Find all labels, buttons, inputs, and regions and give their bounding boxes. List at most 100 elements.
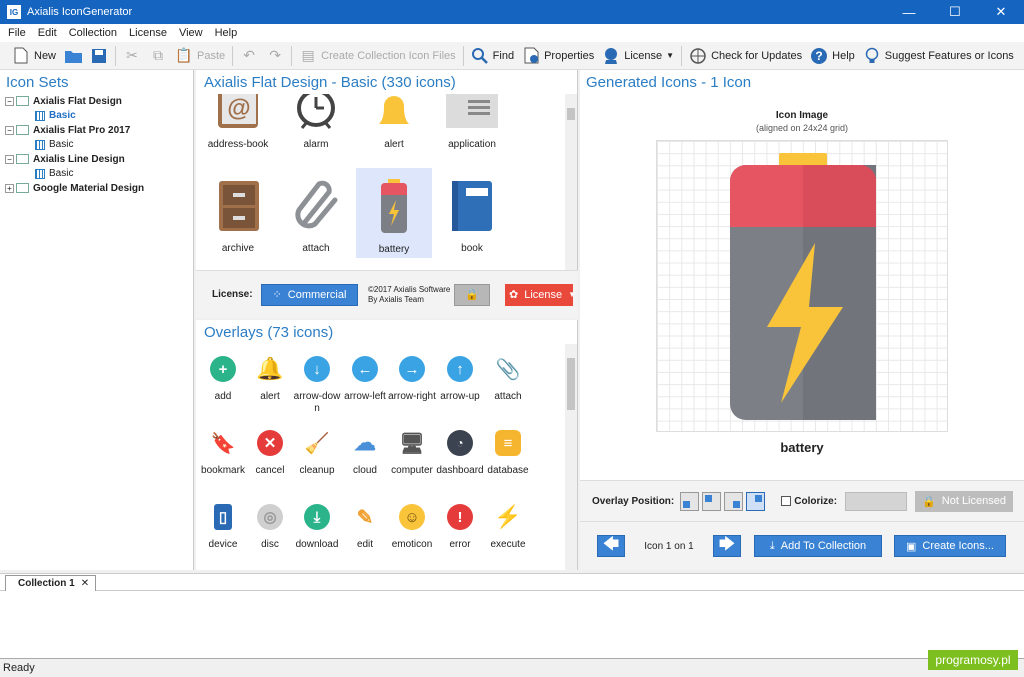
overlay-arrow-down[interactable]: ↓ arrow-down (293, 356, 341, 415)
colorize-label: Colorize: (794, 495, 838, 507)
overlay-database[interactable]: ≡ database (484, 430, 532, 477)
commercial-license-button[interactable]: ⁘ Commercial (261, 283, 358, 306)
tree-item-flat-pro-basic[interactable]: Basic (5, 138, 193, 153)
status-text: Ready (3, 662, 35, 674)
previous-icon-button[interactable]: 🡄 (597, 535, 625, 557)
alarm-clock-icon (297, 94, 335, 129)
menu-file[interactable]: File (2, 27, 32, 39)
suggest-button[interactable]: Suggest Features or Icons (859, 44, 1018, 68)
chevron-down-icon[interactable]: ▼ (666, 51, 674, 60)
collapse-icon[interactable]: − (5, 154, 14, 164)
overlay-cleanup[interactable]: 🧹 cleanup (293, 430, 341, 477)
overlay-add[interactable]: + add (199, 356, 247, 403)
overlay-disc[interactable]: ◎ disc (246, 504, 294, 551)
overlay-arrow-right[interactable]: → arrow-right (388, 356, 436, 403)
icon-grid-icon (35, 110, 45, 121)
smiley-icon: ☺ (399, 504, 425, 530)
maximize-button[interactable]: ☐ (932, 0, 978, 24)
collection-area[interactable] (0, 591, 1024, 659)
overlay-bookmark[interactable]: 🔖 bookmark (199, 430, 247, 477)
license-bar: License: ⁘ Commercial ©2017 Axialis Softw… (196, 270, 578, 318)
icon-tile-application[interactable]: application (434, 94, 510, 160)
create-icons-button[interactable]: ▣ Create Icons... (894, 535, 1006, 557)
create-collection-button[interactable]: ▤ Create Collection Icon Files (295, 44, 460, 68)
position-bottom-left[interactable] (680, 491, 700, 511)
bell-icon: 🔔 (256, 356, 284, 381)
overlay-error[interactable]: ! error (436, 504, 484, 551)
icon-tile-alarm[interactable]: alarm (278, 94, 354, 160)
tree-item-flat-design[interactable]: − Axialis Flat Design (5, 94, 193, 109)
overlays-scrollbar[interactable] (565, 344, 577, 570)
overlay-execute[interactable]: ⚡ execute (484, 504, 532, 551)
toolbar-separator (681, 45, 683, 66)
paperclip-icon: 📎 (495, 358, 521, 381)
archive-cabinet-icon (219, 181, 259, 231)
properties-button[interactable]: Properties (518, 44, 598, 68)
cancel-circle-icon: ✕ (257, 430, 283, 456)
tree-item-material-design[interactable]: + Google Material Design (5, 181, 193, 196)
overlay-download[interactable]: ⤓ download (293, 504, 341, 551)
overlay-arrow-left[interactable]: ← arrow-left (341, 356, 389, 403)
overlay-cancel[interactable]: ✕ cancel (246, 430, 294, 477)
redo-button[interactable]: ↷ (262, 44, 288, 68)
overlay-cloud[interactable]: ☁ cloud (341, 430, 389, 477)
lightning-icon: ⚡ (494, 504, 522, 529)
overlay-arrow-up[interactable]: ↑ arrow-up (436, 356, 484, 403)
icon-tile-book[interactable]: book (434, 170, 510, 260)
icon-counter: Icon 1 on 1 (644, 540, 694, 552)
check-updates-button[interactable]: Check for Updates (685, 44, 806, 68)
menu-license[interactable]: License (123, 27, 173, 39)
position-top-left[interactable] (702, 491, 722, 511)
menu-collection[interactable]: Collection (63, 27, 123, 39)
tree-item-flat-pro[interactable]: − Axialis Flat Pro 2017 (5, 123, 193, 138)
menu-edit[interactable]: Edit (32, 27, 63, 39)
colorize-swatch[interactable] (845, 491, 908, 511)
overlay-edit[interactable]: ✎ edit (341, 504, 389, 551)
overlay-device[interactable]: ▯ device (199, 504, 247, 551)
icon-tile-archive[interactable]: archive (200, 170, 276, 260)
new-button[interactable]: New (8, 44, 60, 68)
overlay-alert[interactable]: 🔔 alert (246, 356, 294, 403)
license-button[interactable]: License ▼ (598, 44, 678, 68)
open-button[interactable] (60, 44, 86, 68)
overlay-emoticon[interactable]: ☺ emoticon (388, 504, 436, 551)
arrow-left-icon: 🡄 (602, 535, 620, 553)
license-dropdown-button[interactable]: ✿ License ▼ (505, 283, 576, 306)
add-to-collection-button[interactable]: ⤓ Add To Collection (754, 535, 882, 557)
tab-collection-1[interactable]: Collection 1 ✕ (5, 575, 97, 591)
not-licensed-button[interactable]: 🔒 Not Licensed (915, 490, 1014, 512)
undo-button[interactable]: ↶ (236, 44, 262, 68)
paste-button[interactable]: 📋 Paste (171, 44, 229, 68)
collapse-icon[interactable]: − (5, 125, 14, 135)
tree-item-line-design[interactable]: − Axialis Line Design (5, 152, 193, 167)
next-icon-button[interactable]: 🡆 (713, 535, 741, 557)
icon-tile-alert[interactable]: alert (356, 94, 432, 160)
colorize-checkbox[interactable] (781, 496, 792, 506)
help-button[interactable]: ? Help (806, 44, 859, 68)
close-tab-icon[interactable]: ✕ (81, 578, 89, 589)
save-button[interactable] (86, 44, 112, 68)
copy-button[interactable]: ⧉ (145, 44, 171, 68)
watermark: programosy.pl (928, 650, 1018, 670)
minimize-button[interactable]: — (886, 0, 932, 24)
overlay-attach[interactable]: 📎 attach (484, 356, 532, 403)
icon-tile-battery[interactable]: battery (356, 168, 432, 258)
overlay-dashboard[interactable]: ◔ dashboard (436, 430, 484, 477)
position-top-right[interactable] (746, 491, 766, 511)
find-button[interactable]: Find (467, 44, 518, 68)
tree-item-flat-design-basic[interactable]: Basic (5, 109, 193, 124)
position-bottom-right[interactable] (724, 491, 744, 511)
tree-item-line-design-basic[interactable]: Basic (5, 167, 193, 182)
overlay-options-bar: Overlay Position: Colorize: 🔒 Not License… (580, 480, 1024, 522)
close-button[interactable]: ✕ (978, 0, 1024, 24)
expand-icon[interactable]: + (5, 183, 14, 193)
menu-view[interactable]: View (173, 27, 209, 39)
cut-button[interactable]: ✂ (119, 44, 145, 68)
menu-help[interactable]: Help (209, 27, 244, 39)
icon-tile-attach[interactable]: attach (278, 170, 354, 260)
lock-button[interactable]: 🔒 (454, 283, 490, 306)
icon-tile-address-book[interactable]: @ address-book (200, 94, 276, 160)
overlay-computer[interactable]: 🖥 computer (388, 430, 436, 477)
icon-set-scrollbar[interactable] (565, 94, 577, 270)
collapse-icon[interactable]: − (5, 96, 14, 106)
